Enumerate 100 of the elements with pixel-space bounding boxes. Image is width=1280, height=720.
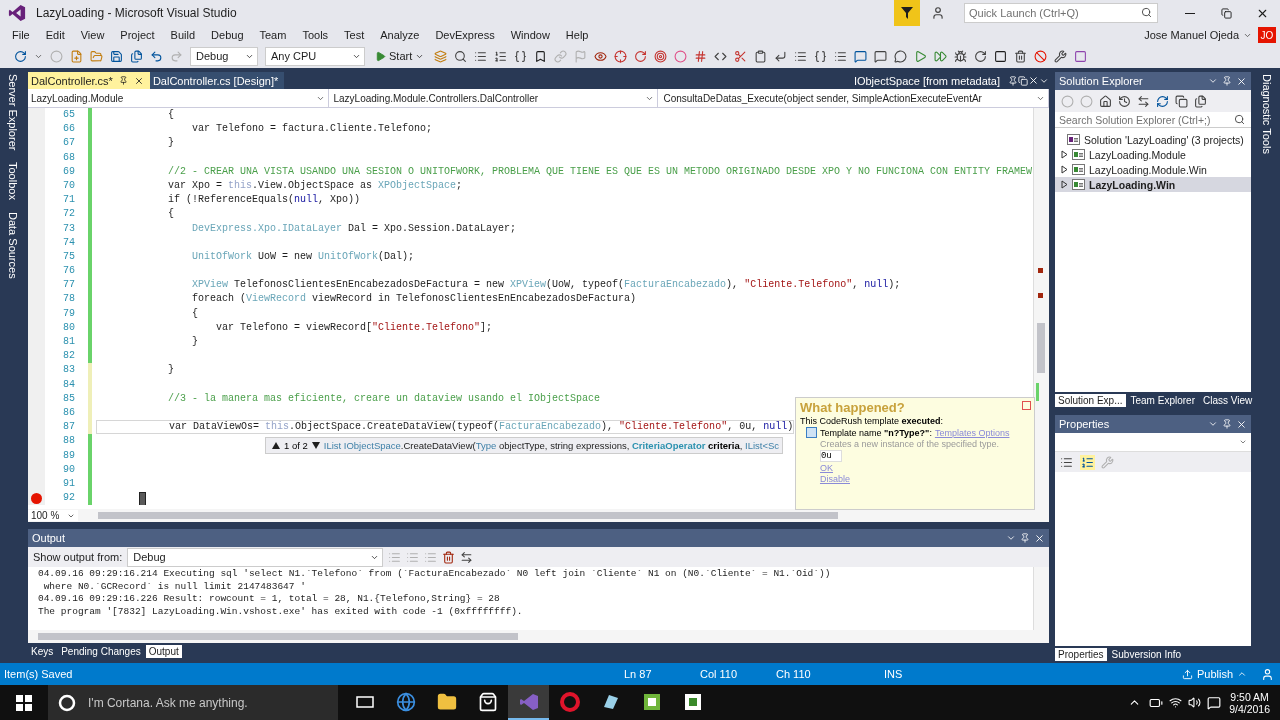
menu-item[interactable]: Tools xyxy=(294,29,337,41)
menu-item[interactable]: Window xyxy=(502,29,558,41)
start-button[interactable]: Start xyxy=(372,50,428,62)
volume-icon[interactable] xyxy=(1188,696,1202,709)
filter-button[interactable] xyxy=(894,0,920,26)
quick-launch-field[interactable]: Quick Launch (Ctrl+Q) xyxy=(964,3,1158,23)
user-avatar[interactable]: JO xyxy=(1258,27,1276,43)
upload-icon[interactable] xyxy=(1181,668,1193,680)
bookmark-icon[interactable] xyxy=(534,49,548,63)
expand-arrow-icon[interactable] xyxy=(1061,180,1068,189)
close-icon[interactable] xyxy=(1236,418,1247,430)
files-icon[interactable] xyxy=(130,49,143,63)
menu-item[interactable]: Help xyxy=(557,29,597,41)
panel-tab[interactable]: Keys xyxy=(27,645,57,658)
fast-forward-icon[interactable] xyxy=(934,49,948,63)
numbered-list-icon[interactable] xyxy=(494,49,508,63)
menu-item[interactable]: Edit xyxy=(37,29,73,41)
menu-item[interactable]: File xyxy=(4,29,38,41)
navigation-dropdown[interactable]: LazyLoading.Module xyxy=(27,89,329,107)
chat-icon[interactable] xyxy=(894,49,908,63)
files-icon[interactable] xyxy=(1194,94,1207,108)
sync-icon[interactable] xyxy=(1137,94,1150,108)
braces-icon[interactable] xyxy=(514,49,528,63)
alphabetical-button[interactable] xyxy=(1080,454,1095,470)
list-icon[interactable] xyxy=(794,49,808,63)
zoom-dropdown[interactable]: 100 % xyxy=(27,510,78,521)
menu-item[interactable]: Test xyxy=(336,29,373,41)
clear-icon[interactable] xyxy=(442,550,456,564)
stop-icon[interactable] xyxy=(994,49,1008,63)
new-file-icon[interactable] xyxy=(70,49,83,63)
person-icon[interactable] xyxy=(1261,667,1274,681)
save-icon[interactable] xyxy=(110,49,123,63)
panel-tab[interactable]: Properties xyxy=(1055,648,1107,661)
menu-item[interactable]: Build xyxy=(162,29,204,41)
glyph-margin[interactable] xyxy=(27,108,45,123)
tree-item[interactable]: LazyLoading.Win xyxy=(1055,177,1251,192)
search-icon[interactable] xyxy=(454,49,468,63)
crosshair-icon[interactable] xyxy=(614,49,628,63)
navigation-dropdown[interactable]: LazyLoading.Module.Controllers.DalController xyxy=(330,89,659,107)
tree-item[interactable]: LazyLoading.Module xyxy=(1055,147,1251,162)
menu-item[interactable]: View xyxy=(72,29,113,41)
publish-button[interactable]: Publish xyxy=(1196,668,1233,680)
caret-icon[interactable] xyxy=(1208,76,1218,86)
user-name[interactable]: Jose Manuel Ojeda xyxy=(1144,29,1239,41)
navigation-dropdown[interactable]: ConsultaDeDatas_Execute(object sender, SimpleActionExecuteEventAr xyxy=(660,89,1049,107)
scrollbar-thumb[interactable] xyxy=(97,512,838,519)
pin-icon[interactable] xyxy=(118,76,128,85)
pin-icon[interactable] xyxy=(1222,419,1232,429)
scissors-icon[interactable] xyxy=(734,49,748,63)
refresh-icon[interactable] xyxy=(1156,94,1169,108)
history-icon[interactable] xyxy=(1118,94,1131,108)
list-icon[interactable] xyxy=(474,49,488,63)
folder-icon[interactable] xyxy=(90,49,103,63)
wifi-icon[interactable] xyxy=(1169,696,1183,709)
menu-item[interactable]: Debug xyxy=(203,29,252,41)
scrollbar-thumb[interactable] xyxy=(37,633,518,640)
output-source-dropdown[interactable]: Debug xyxy=(127,547,384,567)
rotate-icon[interactable] xyxy=(634,49,648,63)
menu-item[interactable]: Project xyxy=(112,29,163,41)
menu-item[interactable]: Analyze xyxy=(372,29,428,41)
document-tab[interactable]: DalController.cs [Design]* xyxy=(149,72,285,89)
panel-tab[interactable]: Pending Changes xyxy=(58,645,144,658)
menu-item[interactable]: Team xyxy=(251,29,295,41)
expand-arrow-icon[interactable] xyxy=(1061,150,1068,159)
clipboard-icon[interactable] xyxy=(754,49,768,63)
trash-icon[interactable] xyxy=(1014,49,1028,63)
home-icon[interactable] xyxy=(1099,94,1112,108)
up-arrow-icon[interactable] xyxy=(271,442,280,449)
preview-tab[interactable]: IObjectSpace [from metadata] xyxy=(853,74,1000,87)
comment-icon[interactable] xyxy=(854,49,868,63)
collapse-icon[interactable] xyxy=(1175,94,1188,108)
circle-icon[interactable] xyxy=(674,49,688,63)
list-icon[interactable] xyxy=(834,49,848,63)
close-icon[interactable] xyxy=(133,75,144,86)
restart-icon[interactable] xyxy=(974,49,988,63)
tree-item[interactable]: LazyLoading.Module.Win xyxy=(1055,162,1251,177)
document-tab[interactable]: DalController.cs* xyxy=(27,72,150,89)
bug-icon[interactable] xyxy=(954,49,968,63)
platform-dropdown[interactable]: Any CPU xyxy=(265,46,365,66)
ban-icon[interactable] xyxy=(1034,49,1048,63)
close-icon[interactable] xyxy=(1034,532,1045,544)
caret-icon[interactable] xyxy=(1006,533,1016,543)
menu-item[interactable]: DevExpress xyxy=(427,29,503,41)
square-icon[interactable] xyxy=(1074,49,1088,63)
notifications-icon[interactable] xyxy=(1207,695,1222,710)
close-icon[interactable] xyxy=(1236,75,1247,87)
comment-icon[interactable] xyxy=(874,49,888,63)
target-icon[interactable] xyxy=(654,49,668,63)
down-arrow-icon[interactable] xyxy=(311,442,320,449)
caret-icon[interactable] xyxy=(1208,419,1218,429)
panel-tab[interactable]: Team Explorer xyxy=(1127,394,1198,407)
play-icon[interactable] xyxy=(914,49,928,63)
search-box[interactable]: I'm Cortana. Ask me anything. xyxy=(48,685,338,720)
undo-icon[interactable] xyxy=(150,49,163,63)
search-field[interactable]: I'm Cortana. Ask me anything. xyxy=(86,694,330,711)
panel-tab[interactable]: Subversion Info xyxy=(1108,648,1185,661)
braces-icon[interactable] xyxy=(814,49,828,63)
side-tab[interactable]: Toolbox xyxy=(7,162,19,201)
side-tab[interactable]: Data Sources xyxy=(7,212,19,279)
panel-tab[interactable]: Output xyxy=(145,645,182,658)
